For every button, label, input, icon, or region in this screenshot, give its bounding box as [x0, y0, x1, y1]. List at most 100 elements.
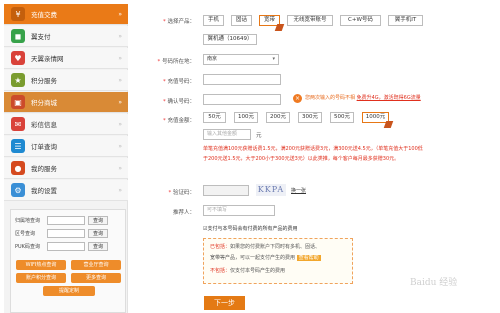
- chevron-right-icon: »: [118, 54, 122, 62]
- chevron-right-icon: »: [118, 120, 122, 128]
- area-code-query-button[interactable]: 查询: [88, 229, 108, 238]
- sidebar-item-label: 翼支付: [31, 33, 51, 41]
- sidebar-item-label: 订单查询: [31, 143, 57, 151]
- puk-query-label: PUK码查询: [15, 244, 40, 250]
- sidebar-item-message[interactable]: ✉ 彩信信息 »: [4, 114, 128, 135]
- business-hall-query-button[interactable]: 营业厅查询: [71, 260, 121, 270]
- family-icon: ♥: [11, 51, 25, 65]
- sidebar-item-label: 积分服务: [31, 77, 57, 85]
- account-points-query-button[interactable]: 账户积分查询: [16, 273, 66, 283]
- sidebar-item-yipay[interactable]: ◼ 翼支付 »: [4, 26, 128, 47]
- captcha-label: * 验证码：: [168, 190, 195, 196]
- chevron-right-icon: »: [118, 32, 122, 40]
- product-option-mobile[interactable]: 手机: [203, 15, 224, 26]
- number-input[interactable]: [203, 74, 281, 85]
- order-icon: ☰: [11, 139, 25, 153]
- warning-icon: ×: [293, 94, 302, 103]
- product-option-cw-number[interactable]: C+W号码: [340, 15, 381, 26]
- watermark: Baidu 经验: [410, 278, 458, 288]
- sidebar-item-family[interactable]: ♥ 天翼亲情网 »: [4, 48, 128, 69]
- region-label: * 号码所在地：: [157, 59, 195, 65]
- more-query-button[interactable]: 更多查询: [71, 273, 121, 283]
- yuan-icon: ¥: [11, 7, 25, 21]
- confirm-number-input[interactable]: [203, 94, 281, 105]
- attribution-query-label: 归属地查询: [15, 218, 41, 224]
- next-step-button[interactable]: 下一步: [204, 296, 245, 310]
- help-tag[interactable]: 查看帮助: [296, 255, 321, 261]
- wifi-hotspot-query-button[interactable]: WIFI热点查询: [16, 260, 66, 270]
- wallet-icon: ◼: [11, 29, 25, 43]
- puk-query-button[interactable]: 查询: [88, 242, 108, 251]
- payment-notice-box: 已包括：如果您的付费账户下同时有多机、固话、 宽带等产品，可以一起支付产生的费用…: [203, 238, 353, 284]
- sidebar-item-settings[interactable]: ⚙ 我的设置 »: [4, 180, 128, 201]
- chevron-right-icon: »: [118, 10, 122, 18]
- other-amount-unit: 元: [256, 133, 262, 139]
- attribution-query-row: 归属地查询 查询: [15, 216, 108, 225]
- sidebar-item-label: 天翼亲情网: [31, 55, 64, 63]
- area-code-query-input[interactable]: [47, 229, 85, 238]
- captcha-input[interactable]: [203, 185, 249, 196]
- recommender-input[interactable]: 可不填写: [203, 205, 275, 216]
- amount-option-500[interactable]: 500元: [330, 112, 354, 123]
- notice-line-1: 已包括：如果您的付费账户下同时有多机、固话、: [210, 244, 321, 250]
- product-option-yijitong[interactable]: 翼机通（10649）: [203, 34, 257, 45]
- chevron-right-icon: »: [118, 76, 122, 84]
- amount-option-300[interactable]: 300元: [298, 112, 322, 123]
- confirm-warning: 您两次输入的号码不相 免费升4G，激活既得6G流量: [305, 95, 421, 101]
- notice-line-3: 不包括：仅支付本号码产生的费用: [210, 268, 286, 274]
- page-root: ¥ 充值交费 » ◼ 翼支付 » ♥ 天翼亲情网 » ★ 积分服务 » ▣ 积分…: [0, 0, 500, 313]
- sidebar-item-points-mall[interactable]: ▣ 积分商城 »: [4, 92, 128, 113]
- settings-icon: ⚙: [11, 183, 25, 197]
- quick-query-panel: 归属地查询 查询 区号查询 查询 PUK码查询 查询 WIFI热点查询 营业厅查…: [10, 209, 126, 313]
- attribution-query-button[interactable]: 查询: [88, 216, 108, 225]
- confirm-number-label: * 确认号码：: [162, 99, 195, 105]
- amount-option-100[interactable]: 100元: [234, 112, 258, 123]
- recommender-label: 推荐人：: [172, 210, 195, 216]
- product-option-landline[interactable]: 固话: [231, 15, 252, 26]
- attribution-query-input[interactable]: [47, 216, 85, 225]
- amount-option-200[interactable]: 200元: [266, 112, 290, 123]
- sidebar-item-label: 彩信信息: [31, 121, 57, 129]
- amount-label: * 充值金额：: [162, 118, 195, 124]
- message-icon: ✉: [11, 117, 25, 131]
- sidebar-item-services[interactable]: ● 我的服务 »: [4, 158, 128, 179]
- promo-line-2: 于200元送1.5元，大于200小于300元送3元）以此类推，每个客户每月最多获…: [203, 156, 400, 162]
- pay-all-products-checkbox[interactable]: ☑支付与本号码会有付费的所有产品的费用: [203, 225, 298, 232]
- chevron-right-icon: »: [118, 142, 122, 150]
- selected-mark-icon: [383, 121, 394, 128]
- promo-line-1: 单笔充值满100元获赠话费1.5元，满200元获赠话费3元，满300元送4.5元…: [203, 146, 423, 152]
- sidebar-item-label: 积分商城: [31, 99, 57, 107]
- other-amount-input[interactable]: 输入其他金额: [203, 129, 251, 140]
- sidebar-item-orders[interactable]: ☰ 订单查询 »: [4, 136, 128, 157]
- product-option-yi-mobile-it[interactable]: 翼手机IT: [388, 15, 423, 26]
- amount-option-50[interactable]: 50元: [203, 112, 226, 123]
- sidebar-item-label: 充值交费: [31, 11, 57, 19]
- notice-line-2: 宽带等产品，可以一起支付产生的费用 查看帮助: [210, 255, 321, 261]
- area-code-query-label: 区号查询: [15, 231, 36, 237]
- upgrade-4g-link[interactable]: 免费升4G，激活既得6G流量: [357, 95, 421, 101]
- captcha-refresh-link[interactable]: 换一张: [291, 187, 306, 194]
- puk-query-input[interactable]: [47, 242, 85, 251]
- chevron-right-icon: »: [118, 186, 122, 194]
- chevron-right-icon: »: [118, 164, 122, 172]
- chevron-right-icon: »: [118, 98, 122, 106]
- area-code-query-row: 区号查询 查询: [15, 229, 108, 238]
- service-icon: ●: [11, 161, 25, 175]
- sidebar-item-label: 我的设置: [31, 187, 57, 195]
- sidebar-item-label: 我的服务: [31, 165, 57, 173]
- selected-mark-icon: [274, 24, 285, 31]
- region-value: 南京: [207, 56, 218, 62]
- product-label: * 选择产品：: [162, 19, 195, 25]
- number-label: * 充值号码：: [162, 79, 195, 85]
- points-icon: ★: [11, 73, 25, 87]
- product-option-wireless-broadband[interactable]: 无线宽带账号: [287, 15, 333, 26]
- sidebar: ¥ 充值交费 » ◼ 翼支付 » ♥ 天翼亲情网 » ★ 积分服务 » ▣ 积分…: [4, 4, 128, 313]
- puk-query-row: PUK码查询 查询: [15, 242, 108, 251]
- sidebar-item-recharge[interactable]: ¥ 充值交费 »: [4, 4, 128, 25]
- shop-icon: ▣: [11, 95, 25, 109]
- chevron-down-icon: ▾: [272, 56, 275, 62]
- sidebar-item-points[interactable]: ★ 积分服务 »: [4, 70, 128, 91]
- remind-customize-button[interactable]: 提醒定制: [43, 286, 95, 296]
- region-select[interactable]: 南京 ▾: [203, 54, 279, 65]
- captcha-image[interactable]: KKPA: [256, 184, 286, 196]
